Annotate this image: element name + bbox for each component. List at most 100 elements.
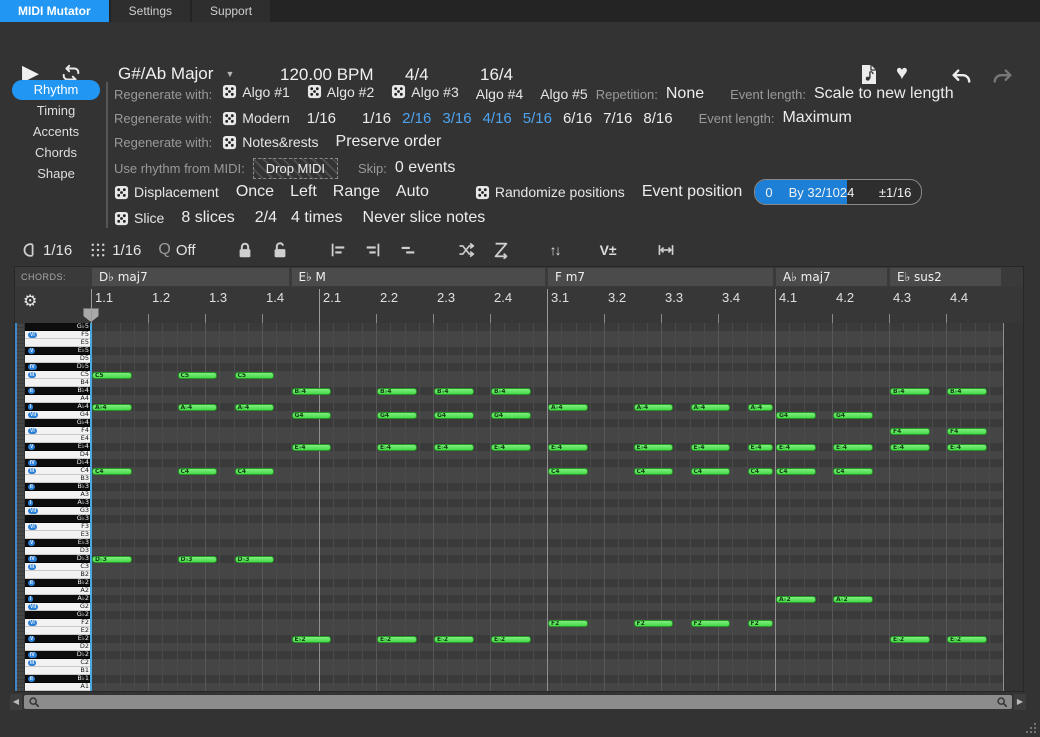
sidebar-item-accents[interactable]: Accents [12,122,100,142]
align-left-button[interactable] [329,241,347,259]
algo-option-algo-4[interactable]: Algo #4 [476,86,523,102]
event-length-value[interactable]: Scale to new length [814,85,954,103]
slice-times-value[interactable]: 4 times [291,209,343,227]
chord-region-d-maj7[interactable]: D♭ maj7 [92,268,289,286]
drop-midi-zone[interactable]: Drop MIDI [253,158,338,179]
algo-option-algo-1[interactable]: Algo #1 [222,84,289,100]
midi-note-e-4[interactable]: E♭4 [491,444,531,451]
midi-note-e-4[interactable]: E♭4 [292,444,332,451]
midi-note-e-2[interactable]: E♭2 [434,636,474,643]
event-length-value[interactable]: Maximum [782,109,851,127]
piano-key-a1[interactable]: A1 [25,683,91,691]
midi-note-f4[interactable]: F4 [890,428,930,435]
midi-note-b-4[interactable]: B♭4 [377,388,417,395]
event-length-tool[interactable]: 1/16 [20,241,72,259]
skip-value[interactable]: 0 events [395,159,455,177]
midi-note-d-3[interactable]: D♭3 [235,556,275,563]
displacement-option-left[interactable]: Left [290,183,317,200]
fraction-toggle-7-16[interactable]: 7/16 [603,110,632,127]
note-grid[interactable]: C5C5C5B♭4B♭4B♭4B♭4B♭4B♭4A♭4A♭4A♭4A♭4A♭4A… [91,323,1004,691]
fraction-toggle-5-16[interactable]: 5/16 [523,110,552,127]
tab-settings[interactable]: Settings [111,0,190,22]
unrandomize-button[interactable] [492,241,510,259]
midi-note-e-4[interactable]: E♭4 [377,444,417,451]
tab-support[interactable]: Support [192,0,270,22]
displacement-button[interactable]: Displacement [114,184,219,200]
quantize-tool[interactable]: Q Off [158,241,195,259]
modern-mode-button[interactable]: Modern [222,110,289,126]
midi-note-c4[interactable]: C4 [691,468,731,475]
midi-note-b-4[interactable]: B♭4 [491,388,531,395]
scrollbar-thumb[interactable] [24,695,1012,709]
randomize-amount-slider[interactable]: 0 By 32/1024 ±1/16 [754,179,922,205]
fraction-toggle-8-16[interactable]: 8/16 [643,110,672,127]
midi-note-e-4[interactable]: E♭4 [890,444,930,451]
algo-option-algo-5[interactable]: Algo #5 [540,86,587,102]
velocity-button[interactable]: V± [600,242,617,258]
midi-note-d-3[interactable]: D♭3 [92,556,132,563]
midi-note-c4[interactable]: C4 [548,468,588,475]
sidebar-item-rhythm[interactable]: Rhythm [12,80,100,100]
midi-note-e-4[interactable]: E♭4 [748,444,774,451]
midi-note-c4[interactable]: C4 [833,468,873,475]
midi-note-b-4[interactable]: B♭4 [890,388,930,395]
midi-note-c4[interactable]: C4 [634,468,674,475]
midi-note-c4[interactable]: C4 [178,468,218,475]
equalize-button[interactable] [399,241,417,259]
midi-note-e-4[interactable]: E♭4 [947,444,987,451]
midi-note-a-4[interactable]: A♭4 [691,404,731,411]
notesrests-mode-button[interactable]: Notes&rests [222,134,318,150]
midi-note-f2[interactable]: F2 [748,620,774,627]
midi-note-a-4[interactable]: A♭4 [178,404,218,411]
midi-note-e-4[interactable]: E♭4 [776,444,816,451]
fraction-toggle-2-16[interactable]: 2/16 [402,110,431,127]
midi-note-f4[interactable]: F4 [947,428,987,435]
tab-midi-mutator[interactable]: MIDI Mutator [0,0,109,22]
midi-note-g4[interactable]: G4 [434,412,474,419]
midi-note-c4[interactable]: C4 [748,468,774,475]
timeline-ruler[interactable]: ⚙ 1.11.21.31.42.12.22.32.43.13.23.33.44.… [15,287,1023,323]
resize-grip[interactable] [1025,722,1037,734]
chord-region-f-m7[interactable]: F m7 [548,268,773,286]
randomize-button[interactable] [457,241,475,259]
midi-note-f2[interactable]: F2 [548,620,588,627]
fraction-toggle-3-16[interactable]: 3/16 [442,110,471,127]
midi-note-e-2[interactable]: E♭2 [491,636,531,643]
transpose-updown-button[interactable]: ↑↓ [550,242,560,258]
midi-note-c4[interactable]: C4 [92,468,132,475]
midi-note-g4[interactable]: G4 [491,412,531,419]
playhead-line[interactable] [90,323,92,691]
grid-snap-tool[interactable]: 1/16 [89,241,141,259]
midi-note-b-4[interactable]: B♭4 [292,388,332,395]
midi-note-e-4[interactable]: E♭4 [548,444,588,451]
scroll-left-button[interactable]: ◀ [10,694,22,710]
unlock-button[interactable] [271,241,289,259]
repetition-value[interactable]: None [666,85,704,103]
midi-note-a-4[interactable]: A♭4 [634,404,674,411]
midi-note-c4[interactable]: C4 [776,468,816,475]
displacement-option-range[interactable]: Range [333,183,380,200]
zoom-out-icon[interactable] [28,696,40,708]
displacement-option-auto[interactable]: Auto [396,183,429,200]
midi-note-a-2[interactable]: A♭2 [776,596,816,603]
midi-note-g4[interactable]: G4 [776,412,816,419]
preserve-order-value[interactable]: Preserve order [336,133,442,151]
midi-note-e-2[interactable]: E♭2 [292,636,332,643]
sidebar-item-chords[interactable]: Chords [12,143,100,163]
randomize-positions-button[interactable]: Randomize positions [475,184,625,200]
midi-note-e-2[interactable]: E♭2 [377,636,417,643]
modern-base-value[interactable]: 1/16 [307,110,336,127]
slice-button[interactable]: Slice [114,210,164,226]
displacement-option-once[interactable]: Once [236,183,274,200]
midi-note-e-4[interactable]: E♭4 [634,444,674,451]
midi-note-f2[interactable]: F2 [691,620,731,627]
midi-note-e-2[interactable]: E♭2 [947,636,987,643]
zoom-in-icon[interactable] [996,696,1008,708]
midi-note-f2[interactable]: F2 [634,620,674,627]
midi-note-c5[interactable]: C5 [178,372,218,379]
fraction-toggle-4-16[interactable]: 4/16 [483,110,512,127]
lock-button[interactable] [236,241,254,259]
midi-note-a-4[interactable]: A♭4 [235,404,275,411]
midi-note-a-2[interactable]: A♭2 [833,596,873,603]
midi-note-g4[interactable]: G4 [292,412,332,419]
